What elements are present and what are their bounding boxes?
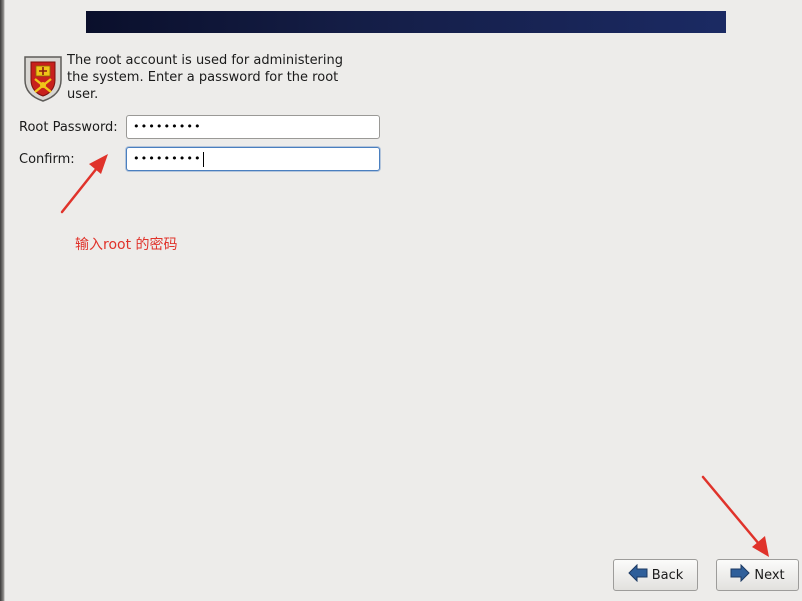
annotation-text: 输入root 的密码: [75, 237, 178, 253]
next-button-label: Next: [754, 567, 785, 583]
root-password-label: Root Password:: [19, 120, 118, 135]
text-caret: [202, 151, 204, 167]
root-password-input[interactable]: •••••••••: [126, 115, 380, 139]
confirm-password-value: •••••••••: [133, 152, 202, 165]
confirm-password-input[interactable]: •••••••••: [126, 147, 380, 171]
root-account-description: The root account is used for administeri…: [67, 53, 344, 102]
header-banner: [86, 11, 726, 33]
back-button[interactable]: Back: [613, 559, 698, 591]
annotation-arrow-to-next: [701, 475, 769, 557]
root-password-value: •••••••••: [133, 120, 202, 133]
shield-crest-icon: [22, 54, 64, 102]
confirm-label: Confirm:: [19, 152, 75, 167]
window-left-edge: [0, 0, 5, 601]
arrow-right-icon: [730, 563, 751, 586]
arrow-left-icon: [628, 563, 648, 586]
next-button[interactable]: Next: [716, 559, 799, 591]
back-button-label: Back: [651, 567, 684, 583]
